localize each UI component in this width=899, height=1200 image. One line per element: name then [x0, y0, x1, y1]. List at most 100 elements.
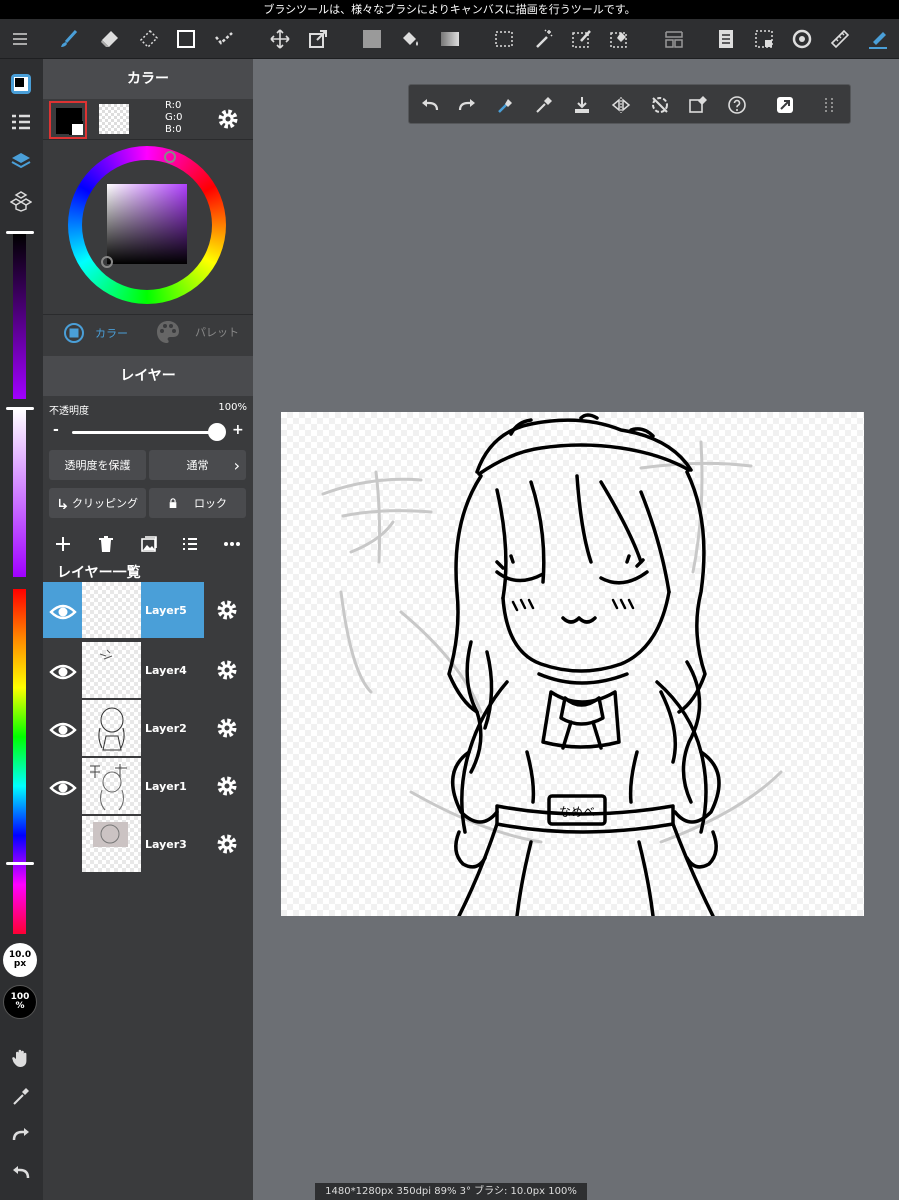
layer-thumbnail: [82, 700, 141, 756]
layer-settings-gear-icon[interactable]: [215, 774, 239, 798]
eye-icon[interactable]: [49, 598, 77, 626]
select-eraser-icon[interactable]: [606, 25, 634, 53]
brush-icon[interactable]: [55, 25, 83, 53]
rgb-readout: R:0 G:0 B:0: [165, 100, 182, 136]
opacity-minus-button[interactable]: -: [53, 422, 59, 438]
eye-icon[interactable]: [49, 716, 77, 744]
layer-settings-gear-icon[interactable]: [215, 658, 239, 682]
help-icon[interactable]: [724, 92, 750, 118]
select-pen-icon[interactable]: [568, 25, 596, 53]
trash-icon[interactable]: [96, 534, 116, 554]
opacity-slider-knob[interactable]: [208, 423, 226, 441]
protect-alpha-button[interactable]: 透明度を保護: [49, 450, 146, 480]
brush-size-button[interactable]: 10.0 px: [3, 943, 37, 977]
opacity-plus-button[interactable]: +: [232, 422, 244, 438]
layer-name: Layer3: [145, 838, 187, 851]
dot-tool-icon[interactable]: [210, 25, 238, 53]
eye-icon[interactable]: [49, 774, 77, 802]
flip-horizontal-icon[interactable]: [608, 92, 634, 118]
layer-settings-gear-icon[interactable]: [215, 716, 239, 740]
color-settings-gear-icon[interactable]: [216, 107, 240, 131]
materials-icon[interactable]: [6, 186, 36, 216]
rotate-icon[interactable]: [788, 25, 816, 53]
fill-color-icon[interactable]: [358, 25, 386, 53]
hue-knob[interactable]: [6, 862, 34, 865]
clear-layer-icon[interactable]: [493, 92, 519, 118]
layout-icon[interactable]: [660, 25, 688, 53]
rgb-g: G:0: [165, 112, 183, 123]
blend-mode-select[interactable]: 通常 ›: [149, 450, 246, 480]
saturation-knob[interactable]: [6, 407, 34, 410]
layer-row-layer1[interactable]: Layer1: [43, 758, 253, 816]
lock-icon: [169, 498, 177, 508]
rect-shape-icon[interactable]: [172, 25, 200, 53]
color-swatch-icon[interactable]: [6, 69, 36, 99]
hue-slider[interactable]: [13, 589, 26, 934]
drawing-canvas[interactable]: なめべ: [281, 412, 864, 916]
rotate-reset-icon[interactable]: [647, 92, 673, 118]
layer-row-layer2[interactable]: Layer2: [43, 700, 253, 758]
layer-row-layer5[interactable]: Layer5: [43, 582, 253, 640]
hue-wheel-cursor[interactable]: [164, 151, 176, 163]
layer-row-layer3[interactable]: Layer3: [43, 816, 253, 874]
redo-icon[interactable]: [454, 92, 480, 118]
import-icon[interactable]: [569, 92, 595, 118]
layer-list-title: レイヤー一覧: [57, 565, 141, 581]
page-icon[interactable]: [712, 25, 740, 53]
select-dashed-icon[interactable]: [750, 25, 778, 53]
select-rect-icon[interactable]: [490, 25, 518, 53]
opacity-slider-track[interactable]: [72, 431, 218, 434]
add-layer-icon[interactable]: [53, 534, 73, 554]
more-icon[interactable]: [222, 534, 242, 554]
brightness-knob[interactable]: [6, 231, 34, 234]
undo-icon[interactable]: [6, 1157, 36, 1187]
clipping-icon: [59, 498, 68, 509]
layer-name: Layer2: [145, 722, 187, 735]
redo-icon[interactable]: [6, 1119, 36, 1149]
undo-icon[interactable]: [417, 92, 443, 118]
gradient-icon[interactable]: [436, 25, 464, 53]
brush-opacity-button[interactable]: 100 %: [3, 985, 37, 1019]
eye-icon[interactable]: [49, 658, 77, 686]
brush-opacity-unit: %: [15, 1001, 25, 1011]
saturation-value-square[interactable]: [101, 184, 187, 268]
blur-eraser-icon[interactable]: [134, 25, 162, 53]
tab-color[interactable]: カラー: [63, 321, 128, 345]
image-layer-icon[interactable]: [139, 534, 159, 554]
tab-palette[interactable]: パレット: [155, 319, 239, 345]
select-clear-icon[interactable]: [685, 92, 711, 118]
eyedropper-icon[interactable]: [6, 1081, 36, 1111]
app-link-icon[interactable]: [772, 92, 798, 118]
saturation-slider[interactable]: [13, 409, 26, 577]
main-toolbar: [0, 19, 899, 59]
pen-active-icon[interactable]: [864, 25, 892, 53]
layer-settings-gear-icon[interactable]: [215, 598, 239, 622]
main-color-swatch[interactable]: [49, 101, 87, 139]
eraser-icon[interactable]: [95, 25, 123, 53]
sub-color-swatch[interactable]: [99, 104, 129, 134]
layer-settings-gear-icon[interactable]: [215, 832, 239, 856]
ruler-icon[interactable]: [826, 25, 854, 53]
hand-icon[interactable]: [6, 1043, 36, 1073]
lock-button[interactable]: ロック: [149, 488, 246, 518]
move-icon[interactable]: [266, 25, 294, 53]
divider: [43, 139, 253, 140]
canvas-artwork: なめべ: [321, 413, 783, 916]
status-bar: 1480*1280px 350dpi 89% 3° ブラシ: 10.0px 10…: [315, 1183, 587, 1200]
layers-icon[interactable]: [6, 146, 36, 176]
clipping-button[interactable]: クリッピング: [49, 488, 146, 518]
transform-icon[interactable]: [304, 25, 332, 53]
brightness-slider[interactable]: [13, 234, 26, 399]
drag-handle-icon[interactable]: [816, 92, 842, 118]
eyedropper-icon[interactable]: [531, 92, 557, 118]
menu-icon[interactable]: [6, 25, 34, 53]
magic-wand-icon[interactable]: [530, 25, 558, 53]
layer-row-layer4[interactable]: Layer4: [43, 642, 253, 700]
layer-list-icon[interactable]: [6, 107, 36, 137]
layer-thumbnail: [82, 582, 141, 638]
rgb-r: R:0: [165, 100, 182, 111]
layer-list-menu-icon[interactable]: [180, 534, 200, 554]
sv-cursor[interactable]: [101, 256, 113, 268]
bucket-icon[interactable]: [396, 25, 424, 53]
clipping-label: クリッピング: [72, 497, 138, 510]
